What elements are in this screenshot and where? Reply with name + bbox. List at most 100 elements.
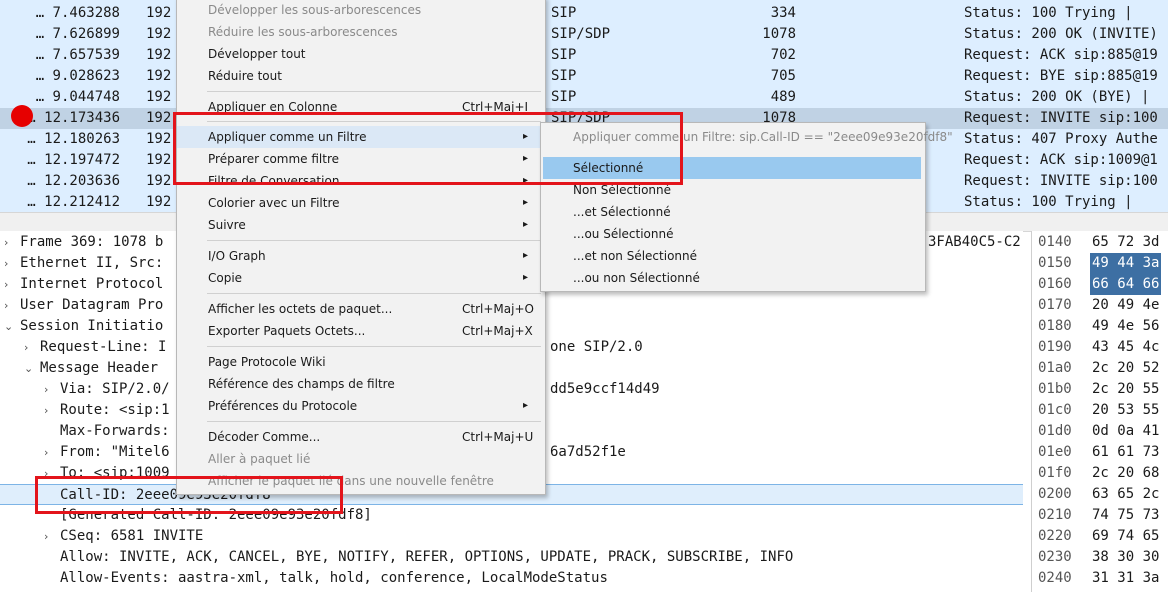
tree-row-label: Session Initiatio (20, 318, 164, 334)
collapse-arrow-icon[interactable]: ⌄ (24, 358, 33, 379)
hex-row[interactable]: 0170 20 49 4e (1032, 295, 1168, 316)
submenu-arrow-icon: ▸ (523, 131, 529, 142)
expand-arrow-icon[interactable]: › (44, 463, 48, 484)
menu-item-go-to-linked-packet[interactable]: Aller à paquet lié (177, 448, 545, 470)
menu-item-apply-as-filter[interactable]: Appliquer comme un Filtre ▸ (177, 126, 545, 148)
menu-shortcut: Ctrl+Maj+X (462, 324, 533, 338)
packet-source: 192 (146, 131, 172, 147)
hex-bytes: 63 65 2c (1092, 486, 1160, 502)
submenu-item-or-selected[interactable]: ...ou Sélectionné (541, 223, 925, 245)
expand-arrow-icon[interactable]: › (4, 274, 8, 295)
menu-item-expand-all[interactable]: Développer tout (177, 43, 545, 65)
hex-row[interactable]: 0150 49 44 3a (1032, 253, 1168, 274)
packet-info: Status: 200 OK (BYE) | (964, 89, 1150, 105)
packet-length: 489 (770, 89, 796, 105)
tree-row-label: Via: SIP/2.0/ (60, 381, 170, 397)
hex-bytes-highlighted: 66 64 66 (1090, 274, 1162, 295)
menu-separator (207, 121, 541, 122)
apply-as-filter-submenu[interactable]: Appliquer comme un Filtre: sip.Call-ID =… (540, 122, 953, 292)
tree-row-label: [Generated Call-ID: 2eee09e93e20fdf8] (60, 507, 372, 523)
hex-row[interactable]: 01e0 61 61 73 (1032, 442, 1168, 463)
menu-item-colorize-with-filter[interactable]: Colorier avec un Filtre ▸ (177, 192, 545, 214)
packet-source: 192 (146, 152, 172, 168)
context-menu[interactable]: Développer les sous-arborescences Réduir… (176, 0, 546, 495)
submenu-arrow-icon: ▸ (523, 219, 529, 230)
hex-offset: 01c0 (1038, 402, 1072, 418)
packet-source: 192 (146, 110, 172, 126)
expand-arrow-icon[interactable]: › (4, 253, 8, 274)
expand-arrow-icon[interactable]: › (44, 400, 48, 421)
menu-item-copy[interactable]: Copie ▸ (177, 267, 545, 289)
tree-row-tail: 6a7d52f1e (550, 444, 626, 460)
menu-item-show-linked-packet-new-window[interactable]: Afficher le paquet lié dans une nouvelle… (177, 470, 545, 492)
menu-item-collapse-subtrees[interactable]: Réduire les sous-arborescences (177, 21, 545, 43)
expand-arrow-icon[interactable]: › (4, 232, 8, 253)
tree-row-label: Allow-Events: aastra-xml, talk, hold, co… (60, 570, 608, 586)
hex-bytes: 20 53 55 (1092, 402, 1160, 418)
menu-item-collapse-all[interactable]: Réduire tout (177, 65, 545, 87)
packet-time: … 12.173436 (27, 110, 120, 126)
menu-separator (207, 240, 541, 241)
menu-item-conversation-filter[interactable]: Filtre de Conversation ▸ (177, 170, 545, 192)
hex-row[interactable]: 01b0 2c 20 55 (1032, 379, 1168, 400)
hex-offset: 0240 (1038, 570, 1072, 586)
expand-arrow-icon[interactable]: › (44, 526, 48, 547)
tree-row-cseq[interactable]: › CSeq: 6581 INVITE (0, 526, 1023, 547)
packet-info: Request: INVITE sip:100 (964, 173, 1158, 189)
breakpoint-marker-icon (11, 105, 33, 127)
hex-row[interactable]: 0140 65 72 3d (1032, 232, 1168, 253)
expand-arrow-icon[interactable]: › (44, 442, 48, 463)
tree-row-tail: one SIP/2.0 (550, 339, 643, 355)
menu-item-decode-as[interactable]: Décoder Comme... Ctrl+Maj+U (177, 426, 545, 448)
hex-bytes-highlighted: 49 44 3a (1090, 253, 1162, 274)
hex-dump-pane[interactable]: 0140 65 72 3d 0150 49 44 3a 0160 66 64 66 0… (1031, 231, 1168, 592)
packet-info: Status: 100 Trying | (964, 5, 1133, 21)
hex-bytes: 38 30 30 (1092, 549, 1160, 565)
hex-offset: 0230 (1038, 549, 1072, 565)
tree-row-generated-call-id[interactable]: [Generated Call-ID: 2eee09e93e20fdf8] (0, 505, 1023, 526)
tree-row-label: From: "Mitel6 (60, 444, 170, 460)
submenu-item-or-not-selected[interactable]: ...ou non Sélectionné (541, 267, 925, 289)
hex-offset: 01f0 (1038, 465, 1072, 481)
hex-row[interactable]: 01f0 2c 20 68 (1032, 463, 1168, 484)
menu-item-apply-as-column[interactable]: Appliquer en Colonne Ctrl+Maj+I (177, 96, 545, 118)
hex-row[interactable]: 01c0 20 53 55 (1032, 400, 1168, 421)
expand-arrow-icon[interactable]: › (44, 379, 48, 400)
hex-bytes: 74 75 73 (1092, 507, 1160, 523)
menu-item-io-graph[interactable]: I/O Graph ▸ (177, 245, 545, 267)
packet-source: 192 (146, 5, 172, 21)
submenu-item-not-selected[interactable]: Non Sélectionné (541, 179, 925, 201)
hex-row[interactable]: 0180 49 4e 56 (1032, 316, 1168, 337)
packet-protocol: SIP/SDP (551, 26, 611, 42)
hex-row[interactable]: 0200 63 65 2c (1032, 484, 1168, 505)
menu-item-show-packet-bytes[interactable]: Afficher les octets de paquet... Ctrl+Maj… (177, 298, 545, 320)
hex-row[interactable]: 0230 38 30 30 (1032, 547, 1168, 568)
packet-length: 334 (770, 5, 796, 21)
tree-row-allow[interactable]: Allow: INVITE, ACK, CANCEL, BYE, NOTIFY,… (0, 547, 1023, 568)
menu-item-protocol-preferences[interactable]: Préférences du Protocole ▸ (177, 395, 545, 417)
packet-protocol: SIP (551, 68, 577, 84)
submenu-item-and-not-selected[interactable]: ...et non Sélectionné (541, 245, 925, 267)
tree-row-label: Max-Forwards: (60, 423, 170, 439)
menu-item-filter-field-reference[interactable]: Référence des champs de filtre (177, 373, 545, 395)
submenu-item-and-selected[interactable]: ...et Sélectionné (541, 201, 925, 223)
collapse-arrow-icon[interactable]: ⌄ (4, 316, 13, 337)
expand-arrow-icon[interactable]: › (24, 337, 28, 358)
tree-row-allow-events[interactable]: Allow-Events: aastra-xml, talk, hold, co… (0, 568, 1023, 589)
menu-item-export-packet-bytes[interactable]: Exporter Paquets Octets... Ctrl+Maj+X (177, 320, 545, 342)
hex-row[interactable]: 01a0 2c 20 52 (1032, 358, 1168, 379)
tree-row-tail: dd5e9ccf14d49 (550, 381, 660, 397)
menu-item-wiki-protocol-page[interactable]: Page Protocole Wiki (177, 351, 545, 373)
expand-arrow-icon[interactable]: › (4, 295, 8, 316)
menu-item-follow[interactable]: Suivre ▸ (177, 214, 545, 236)
hex-row[interactable]: 01d0 0d 0a 41 (1032, 421, 1168, 442)
menu-item-expand-subtrees[interactable]: Développer les sous-arborescences (177, 0, 545, 21)
submenu-item-selected[interactable]: Sélectionné (543, 157, 921, 179)
hex-row[interactable]: 0160 66 64 66 (1032, 274, 1168, 295)
menu-item-prepare-as-filter[interactable]: Préparer comme filtre ▸ (177, 148, 545, 170)
hex-row[interactable]: 0240 31 31 3a (1032, 568, 1168, 589)
hex-row[interactable]: 0210 74 75 73 (1032, 505, 1168, 526)
hex-row[interactable]: 0220 69 74 65 (1032, 526, 1168, 547)
hex-row[interactable]: 0190 43 45 4c (1032, 337, 1168, 358)
hex-bytes: 0d 0a 41 (1092, 423, 1160, 439)
